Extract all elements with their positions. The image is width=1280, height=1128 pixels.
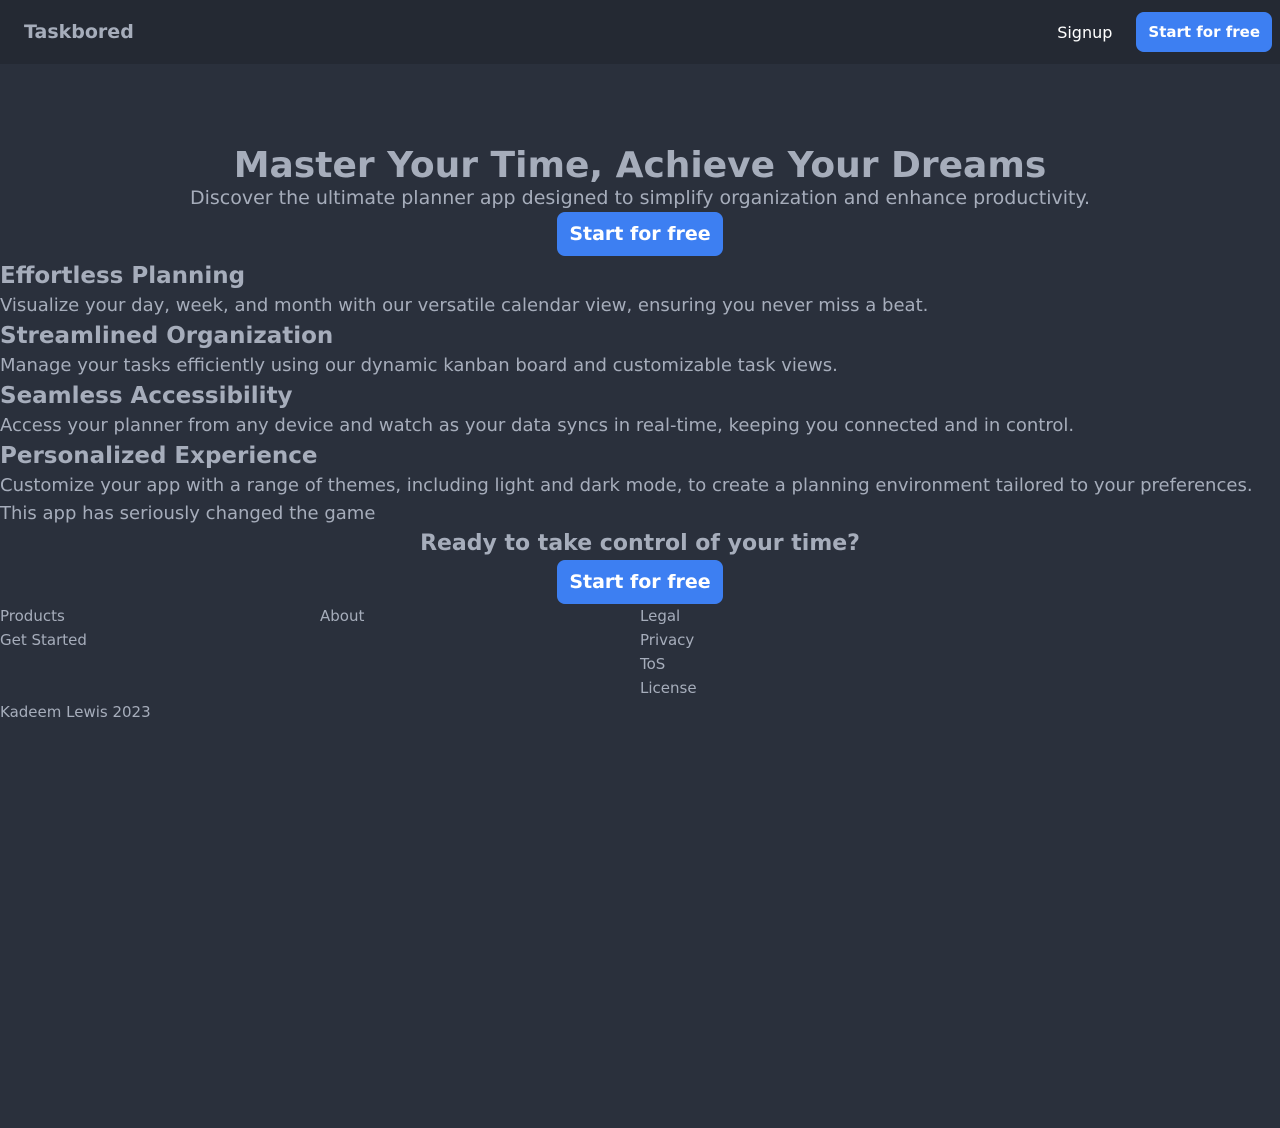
footer-legal-heading[interactable]: Legal [640, 604, 960, 628]
cta-start-button[interactable]: Start for free [557, 560, 723, 604]
footer-about-column: About [320, 604, 640, 700]
feature-description: Customize your app with a range of theme… [0, 475, 1253, 496]
feature-item: Effortless Planning Visualize your day, … [0, 260, 1280, 320]
copyright-text: Kadeem Lewis 2023 [0, 703, 151, 721]
footer-products-heading[interactable]: Products [0, 604, 320, 628]
brand-logo[interactable]: Taskbored [24, 21, 134, 43]
footer-products-column: Products Get Started [0, 604, 320, 700]
hero-section: Master Your Time, Achieve Your Dreams Di… [0, 64, 1280, 256]
feature-description: Manage your tasks efficiently using our … [0, 355, 838, 376]
feature-title: Personalized Experience [0, 443, 318, 469]
footer-link-tos[interactable]: ToS [640, 652, 960, 676]
feature-item: Seamless Accessibility Access your plann… [0, 380, 1280, 440]
footer-link-privacy[interactable]: Privacy [640, 628, 960, 652]
feature-title: Streamlined Organization [0, 323, 334, 349]
testimonial-text: This app has seriously changed the game [0, 503, 376, 524]
navbar: Taskbored Signup Start for free [0, 0, 1280, 64]
footer-legal-column: Legal Privacy ToS License [640, 604, 960, 700]
feature-title: Seamless Accessibility [0, 383, 293, 409]
signup-link[interactable]: Signup [1057, 23, 1112, 42]
feature-description: Access your planner from any device and … [0, 415, 1075, 436]
footer-about-heading[interactable]: About [320, 604, 640, 628]
footer-link-license[interactable]: License [640, 676, 960, 700]
navbar-actions: Signup Start for free [1057, 12, 1272, 52]
feature-description: Visualize your day, week, and month with… [0, 295, 929, 316]
footer: Products Get Started About Legal Privacy… [0, 604, 1280, 724]
feature-item: Personalized Experience Customize your a… [0, 440, 1280, 500]
hero-start-button[interactable]: Start for free [557, 212, 723, 256]
feature-title: Effortless Planning [0, 263, 246, 289]
cta-section: Ready to take control of your time? Star… [0, 528, 1280, 604]
footer-link-get-started[interactable]: Get Started [0, 628, 320, 652]
hero-title: Master Your Time, Achieve Your Dreams [233, 145, 1047, 186]
nav-start-button[interactable]: Start for free [1136, 12, 1272, 52]
feature-item: Streamlined Organization Manage your tas… [0, 320, 1280, 380]
features-section: Effortless Planning Visualize your day, … [0, 260, 1280, 500]
cta-title: Ready to take control of your time? [420, 531, 860, 556]
hero-subtitle: Discover the ultimate planner app design… [189, 187, 1091, 209]
footer-columns: Products Get Started About Legal Privacy… [0, 604, 1280, 700]
